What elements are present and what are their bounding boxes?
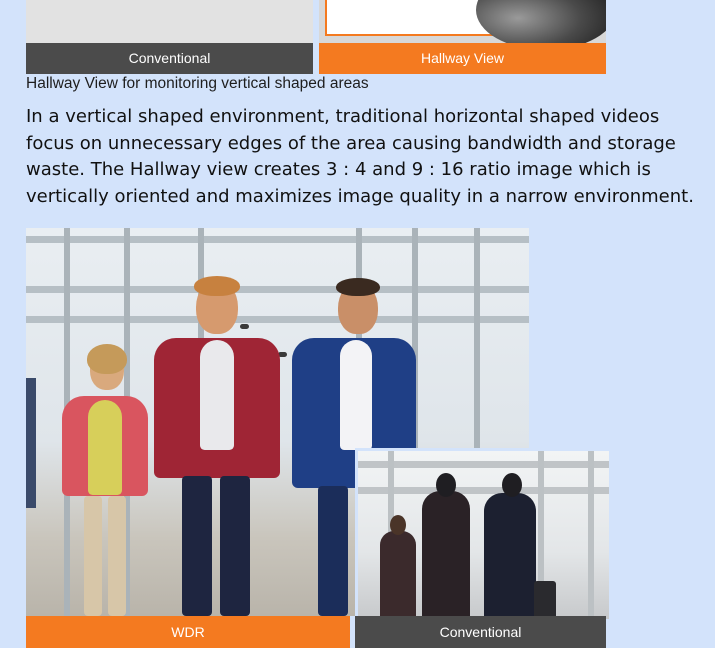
woman-figure — [54, 344, 154, 616]
hallway-view-top-image — [319, 0, 606, 43]
hallway-view-label: Hallway View — [319, 43, 606, 74]
hallway-dark-shape — [476, 0, 606, 43]
wdr-label: WDR — [26, 616, 350, 648]
conventional-top-image — [26, 0, 313, 43]
section-caption: Hallway View for monitoring vertical sha… — [26, 75, 369, 92]
man-red-jacket — [154, 276, 284, 616]
conventional-bottom-image — [355, 448, 609, 619]
section-description: In a vertical shaped environment, tradit… — [26, 106, 694, 207]
conventional-label-bottom: Conventional — [355, 616, 606, 648]
conventional-label-top: Conventional — [26, 43, 313, 74]
